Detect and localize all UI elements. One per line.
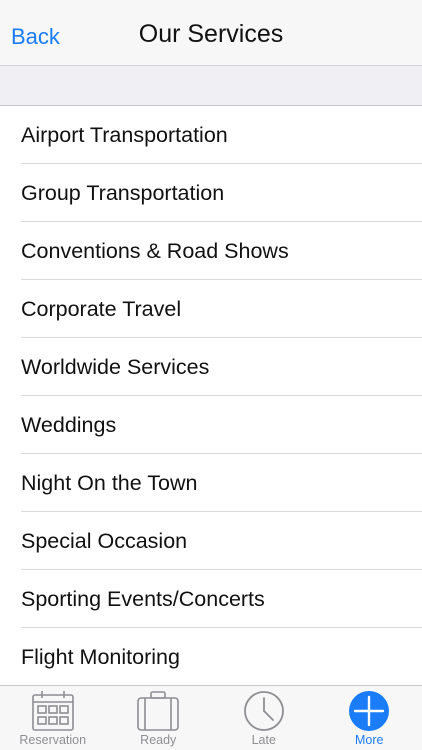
plus-circle-icon — [349, 691, 390, 731]
page-title: Our Services — [138, 20, 284, 48]
navigation-bar: Back Our Services — [0, 0, 422, 66]
list-item-airport-transportation[interactable]: Airport Transportation — [0, 106, 422, 164]
list-item-worldwide-services[interactable]: Worldwide Services — [0, 338, 422, 396]
tab-ready[interactable]: Ready — [106, 686, 212, 750]
list-item-weddings[interactable]: Weddings — [0, 396, 422, 454]
tab-more[interactable]: More — [317, 686, 422, 750]
list-item-night-on-the-town[interactable]: Night On the Town — [0, 454, 422, 512]
services-list: Airport Transportation Group Transportat… — [0, 105, 422, 685]
calendar-icon — [31, 691, 74, 731]
list-item-conventions-road-shows[interactable]: Conventions & Road Shows — [0, 222, 422, 280]
clock-icon — [243, 691, 284, 731]
tab-reservation[interactable]: Reservation — [0, 686, 106, 750]
services-screen: Back Our Services Airport Transportation… — [0, 0, 422, 750]
list-item-flight-monitoring[interactable]: Flight Monitoring — [0, 628, 422, 685]
tab-late[interactable]: Late — [211, 686, 317, 750]
list-item-sporting-events-concerts[interactable]: Sporting Events/Concerts — [0, 570, 422, 628]
section-spacer — [0, 66, 422, 105]
tab-bar: Reservation Ready Late More — [0, 685, 422, 750]
tab-label-more: More — [355, 733, 384, 747]
tab-label-late: Late — [251, 733, 276, 747]
list-item-special-occasion[interactable]: Special Occasion — [0, 512, 422, 570]
tab-label-reservation: Reservation — [19, 733, 87, 747]
list-item-corporate-travel[interactable]: Corporate Travel — [0, 280, 422, 338]
list-item-group-transportation[interactable]: Group Transportation — [0, 164, 422, 222]
luggage-icon — [137, 691, 180, 731]
tab-label-ready: Ready — [140, 733, 177, 747]
